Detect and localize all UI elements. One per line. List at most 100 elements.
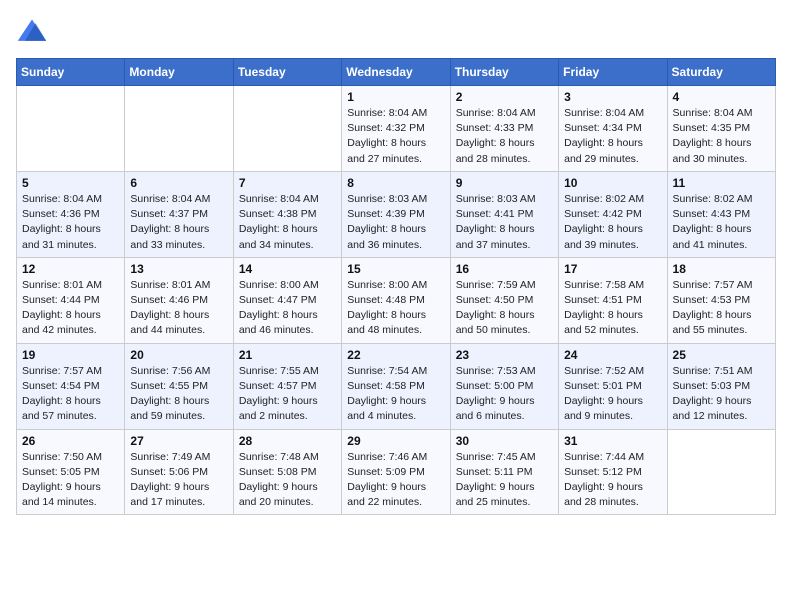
weekday-header: Friday	[559, 59, 667, 86]
calendar-cell	[125, 86, 233, 172]
calendar-header-row: SundayMondayTuesdayWednesdayThursdayFrid…	[17, 59, 776, 86]
calendar-week-row: 19 Sunrise: 7:57 AMSunset: 4:54 PMDayligh…	[17, 343, 776, 429]
calendar-cell: 15 Sunrise: 8:00 AMSunset: 4:48 PMDayligh…	[342, 257, 450, 343]
day-info: Sunrise: 8:00 AMSunset: 4:47 PMDaylight:…	[239, 278, 336, 339]
calendar-table: SundayMondayTuesdayWednesdayThursdayFrid…	[16, 58, 776, 515]
day-number: 23	[456, 348, 553, 362]
day-info: Sunrise: 7:58 AMSunset: 4:51 PMDaylight:…	[564, 278, 661, 339]
logo	[16, 16, 52, 48]
calendar-cell: 27 Sunrise: 7:49 AMSunset: 5:06 PMDayligh…	[125, 429, 233, 515]
calendar-week-row: 12 Sunrise: 8:01 AMSunset: 4:44 PMDayligh…	[17, 257, 776, 343]
day-number: 9	[456, 176, 553, 190]
calendar-cell: 14 Sunrise: 8:00 AMSunset: 4:47 PMDayligh…	[233, 257, 341, 343]
calendar-cell: 11 Sunrise: 8:02 AMSunset: 4:43 PMDayligh…	[667, 171, 775, 257]
calendar-cell: 3Sunrise: 8:04 AMSunset: 4:34 PMDaylight…	[559, 86, 667, 172]
calendar-cell	[17, 86, 125, 172]
day-number: 14	[239, 262, 336, 276]
day-info: Sunrise: 7:53 AMSunset: 5:00 PMDaylight:…	[456, 364, 553, 425]
day-info: Sunrise: 8:04 AMSunset: 4:32 PMDaylight:…	[347, 106, 444, 167]
day-info: Sunrise: 8:04 AMSunset: 4:35 PMDaylight:…	[673, 106, 770, 167]
calendar-week-row: 5 Sunrise: 8:04 AMSunset: 4:36 PMDaylight…	[17, 171, 776, 257]
day-number: 20	[130, 348, 227, 362]
day-info: Sunrise: 7:57 AMSunset: 4:53 PMDaylight:…	[673, 278, 770, 339]
day-number: 1	[347, 90, 444, 104]
calendar-cell: 30 Sunrise: 7:45 AMSunset: 5:11 PMDayligh…	[450, 429, 558, 515]
calendar-week-row: 26Sunrise: 7:50 AMSunset: 5:05 PMDayligh…	[17, 429, 776, 515]
day-number: 24	[564, 348, 661, 362]
day-number: 13	[130, 262, 227, 276]
day-info: Sunrise: 7:57 AMSunset: 4:54 PMDaylight:…	[22, 364, 119, 425]
day-number: 21	[239, 348, 336, 362]
calendar-cell: 1 Sunrise: 8:04 AMSunset: 4:32 PMDaylight…	[342, 86, 450, 172]
calendar-cell: 6 Sunrise: 8:04 AMSunset: 4:37 PMDaylight…	[125, 171, 233, 257]
day-number: 19	[22, 348, 119, 362]
day-number: 4	[673, 90, 770, 104]
day-number: 15	[347, 262, 444, 276]
day-info: Sunrise: 8:04 AMSunset: 4:33 PMDaylight:…	[456, 106, 553, 167]
day-info: Sunrise: 7:46 AMSunset: 5:09 PMDaylight:…	[347, 450, 444, 511]
day-info: Sunrise: 8:04 AMSunset: 4:37 PMDaylight:…	[130, 192, 227, 253]
calendar-cell: 29 Sunrise: 7:46 AMSunset: 5:09 PMDayligh…	[342, 429, 450, 515]
day-info: Sunrise: 7:45 AMSunset: 5:11 PMDaylight:…	[456, 450, 553, 511]
weekday-header: Sunday	[17, 59, 125, 86]
day-info: Sunrise: 8:04 AMSunset: 4:36 PMDaylight:…	[22, 192, 119, 253]
day-number: 6	[130, 176, 227, 190]
day-number: 12	[22, 262, 119, 276]
day-info: Sunrise: 8:03 AMSunset: 4:41 PMDaylight:…	[456, 192, 553, 253]
weekday-header: Tuesday	[233, 59, 341, 86]
day-info: Sunrise: 8:01 AMSunset: 4:44 PMDaylight:…	[22, 278, 119, 339]
day-info: Sunrise: 7:48 AMSunset: 5:08 PMDaylight:…	[239, 450, 336, 511]
day-number: 8	[347, 176, 444, 190]
logo-icon	[16, 16, 48, 48]
weekday-header: Thursday	[450, 59, 558, 86]
calendar-cell: 2Sunrise: 8:04 AMSunset: 4:33 PMDaylight…	[450, 86, 558, 172]
calendar-cell: 18 Sunrise: 7:57 AMSunset: 4:53 PMDayligh…	[667, 257, 775, 343]
day-info: Sunrise: 8:00 AMSunset: 4:48 PMDaylight:…	[347, 278, 444, 339]
calendar-cell: 4 Sunrise: 8:04 AMSunset: 4:35 PMDaylight…	[667, 86, 775, 172]
calendar-cell: 16Sunrise: 7:59 AMSunset: 4:50 PMDayligh…	[450, 257, 558, 343]
calendar-cell: 19 Sunrise: 7:57 AMSunset: 4:54 PMDayligh…	[17, 343, 125, 429]
day-number: 22	[347, 348, 444, 362]
calendar-cell: 31 Sunrise: 7:44 AMSunset: 5:12 PMDayligh…	[559, 429, 667, 515]
page-header	[16, 16, 776, 48]
weekday-header: Monday	[125, 59, 233, 86]
day-number: 29	[347, 434, 444, 448]
day-number: 5	[22, 176, 119, 190]
calendar-cell: 10 Sunrise: 8:02 AMSunset: 4:42 PMDayligh…	[559, 171, 667, 257]
calendar-cell: 8 Sunrise: 8:03 AMSunset: 4:39 PMDaylight…	[342, 171, 450, 257]
calendar-cell: 5 Sunrise: 8:04 AMSunset: 4:36 PMDaylight…	[17, 171, 125, 257]
day-number: 27	[130, 434, 227, 448]
day-number: 30	[456, 434, 553, 448]
day-number: 25	[673, 348, 770, 362]
day-number: 10	[564, 176, 661, 190]
calendar-cell: 24 Sunrise: 7:52 AMSunset: 5:01 PMDayligh…	[559, 343, 667, 429]
day-info: Sunrise: 7:55 AMSunset: 4:57 PMDaylight:…	[239, 364, 336, 425]
day-number: 11	[673, 176, 770, 190]
calendar-cell: 13 Sunrise: 8:01 AMSunset: 4:46 PMDayligh…	[125, 257, 233, 343]
calendar-cell: 9 Sunrise: 8:03 AMSunset: 4:41 PMDaylight…	[450, 171, 558, 257]
day-info: Sunrise: 8:03 AMSunset: 4:39 PMDaylight:…	[347, 192, 444, 253]
day-number: 18	[673, 262, 770, 276]
day-info: Sunrise: 8:02 AMSunset: 4:42 PMDaylight:…	[564, 192, 661, 253]
day-info: Sunrise: 7:50 AMSunset: 5:05 PMDaylight:…	[22, 450, 119, 511]
calendar-cell: 25 Sunrise: 7:51 AMSunset: 5:03 PMDayligh…	[667, 343, 775, 429]
day-info: Sunrise: 8:04 AMSunset: 4:38 PMDaylight:…	[239, 192, 336, 253]
day-info: Sunrise: 7:51 AMSunset: 5:03 PMDaylight:…	[673, 364, 770, 425]
calendar-cell: 17 Sunrise: 7:58 AMSunset: 4:51 PMDayligh…	[559, 257, 667, 343]
weekday-header: Saturday	[667, 59, 775, 86]
day-info: Sunrise: 7:44 AMSunset: 5:12 PMDaylight:…	[564, 450, 661, 511]
day-number: 3	[564, 90, 661, 104]
day-info: Sunrise: 8:02 AMSunset: 4:43 PMDaylight:…	[673, 192, 770, 253]
calendar-cell	[233, 86, 341, 172]
day-number: 31	[564, 434, 661, 448]
calendar-cell: 22Sunrise: 7:54 AMSunset: 4:58 PMDayligh…	[342, 343, 450, 429]
day-number: 16	[456, 262, 553, 276]
day-info: Sunrise: 8:01 AMSunset: 4:46 PMDaylight:…	[130, 278, 227, 339]
day-number: 17	[564, 262, 661, 276]
calendar-cell	[667, 429, 775, 515]
day-info: Sunrise: 7:52 AMSunset: 5:01 PMDaylight:…	[564, 364, 661, 425]
calendar-cell: 28 Sunrise: 7:48 AMSunset: 5:08 PMDayligh…	[233, 429, 341, 515]
day-number: 28	[239, 434, 336, 448]
calendar-cell: 26Sunrise: 7:50 AMSunset: 5:05 PMDayligh…	[17, 429, 125, 515]
day-info: Sunrise: 7:49 AMSunset: 5:06 PMDaylight:…	[130, 450, 227, 511]
